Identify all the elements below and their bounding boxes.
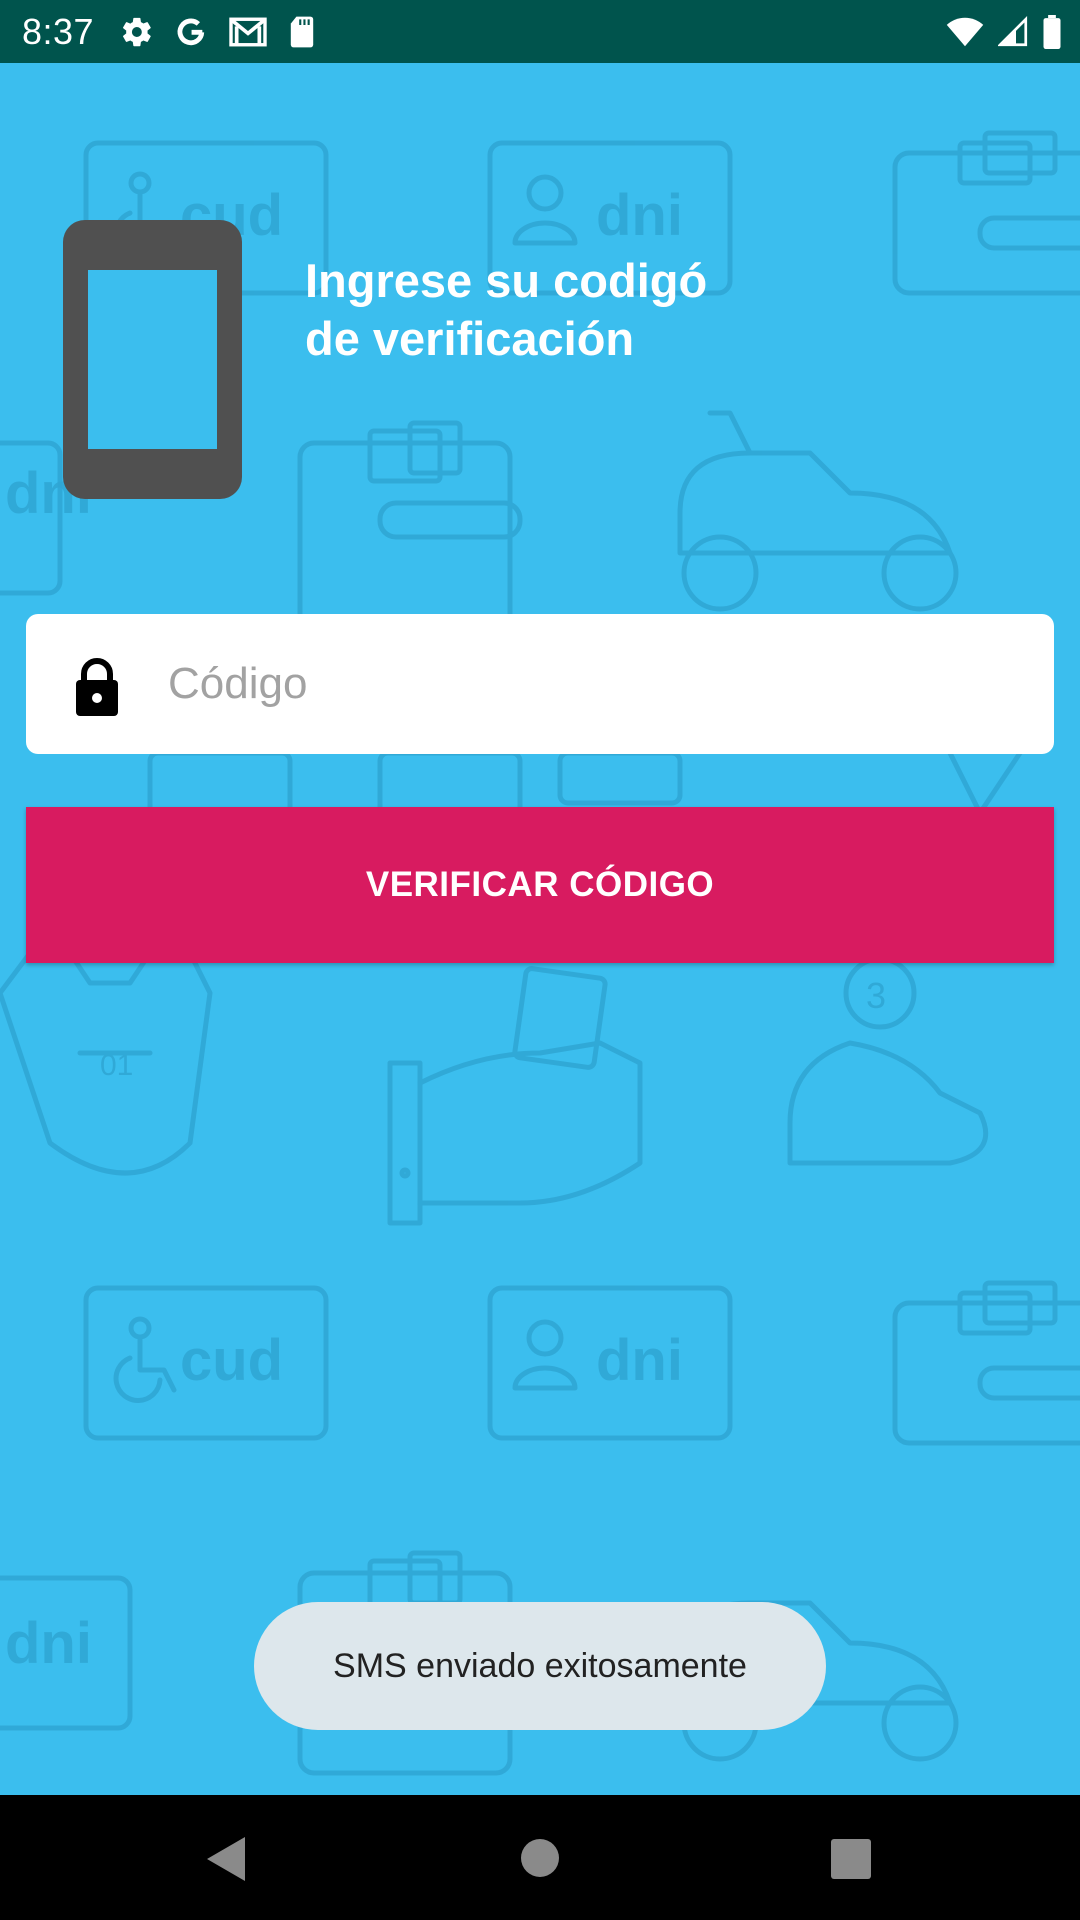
- battery-icon: [1042, 14, 1062, 49]
- recents-icon[interactable]: [831, 1839, 871, 1879]
- pattern-label: dni: [5, 1611, 92, 1676]
- back-icon[interactable]: [205, 1835, 247, 1883]
- wifi-icon: [946, 16, 984, 48]
- phone-icon: [63, 220, 242, 499]
- pattern-label: cud: [180, 1328, 283, 1393]
- status-time: 8:37: [22, 10, 95, 52]
- title-line-2: de verificación: [305, 312, 635, 365]
- title-line-1: Ingrese su codigó: [305, 254, 708, 307]
- verify-code-button[interactable]: VERIFICAR CÓDIGO: [26, 807, 1054, 963]
- home-icon[interactable]: [521, 1839, 559, 1877]
- pattern-label: dni: [596, 1328, 683, 1393]
- navigation-bar: [0, 1795, 1080, 1920]
- page-title: Ingrese su codigó de verificación: [305, 252, 825, 368]
- status-bar: 8:37: [0, 0, 1080, 63]
- pattern-label: dni: [596, 183, 683, 248]
- toast-message: SMS enviado exitosamente: [254, 1602, 826, 1730]
- google-icon: [174, 15, 208, 49]
- signal-icon: [998, 15, 1028, 48]
- code-input[interactable]: [168, 644, 1028, 724]
- code-field[interactable]: [26, 614, 1054, 754]
- gmail-icon: [228, 15, 268, 49]
- settings-icon: [120, 15, 154, 49]
- lock-icon: [76, 658, 118, 716]
- toast-text: SMS enviado exitosamente: [333, 1646, 747, 1685]
- sd-card-icon: [288, 15, 316, 49]
- svg-text:3: 3: [866, 975, 886, 1016]
